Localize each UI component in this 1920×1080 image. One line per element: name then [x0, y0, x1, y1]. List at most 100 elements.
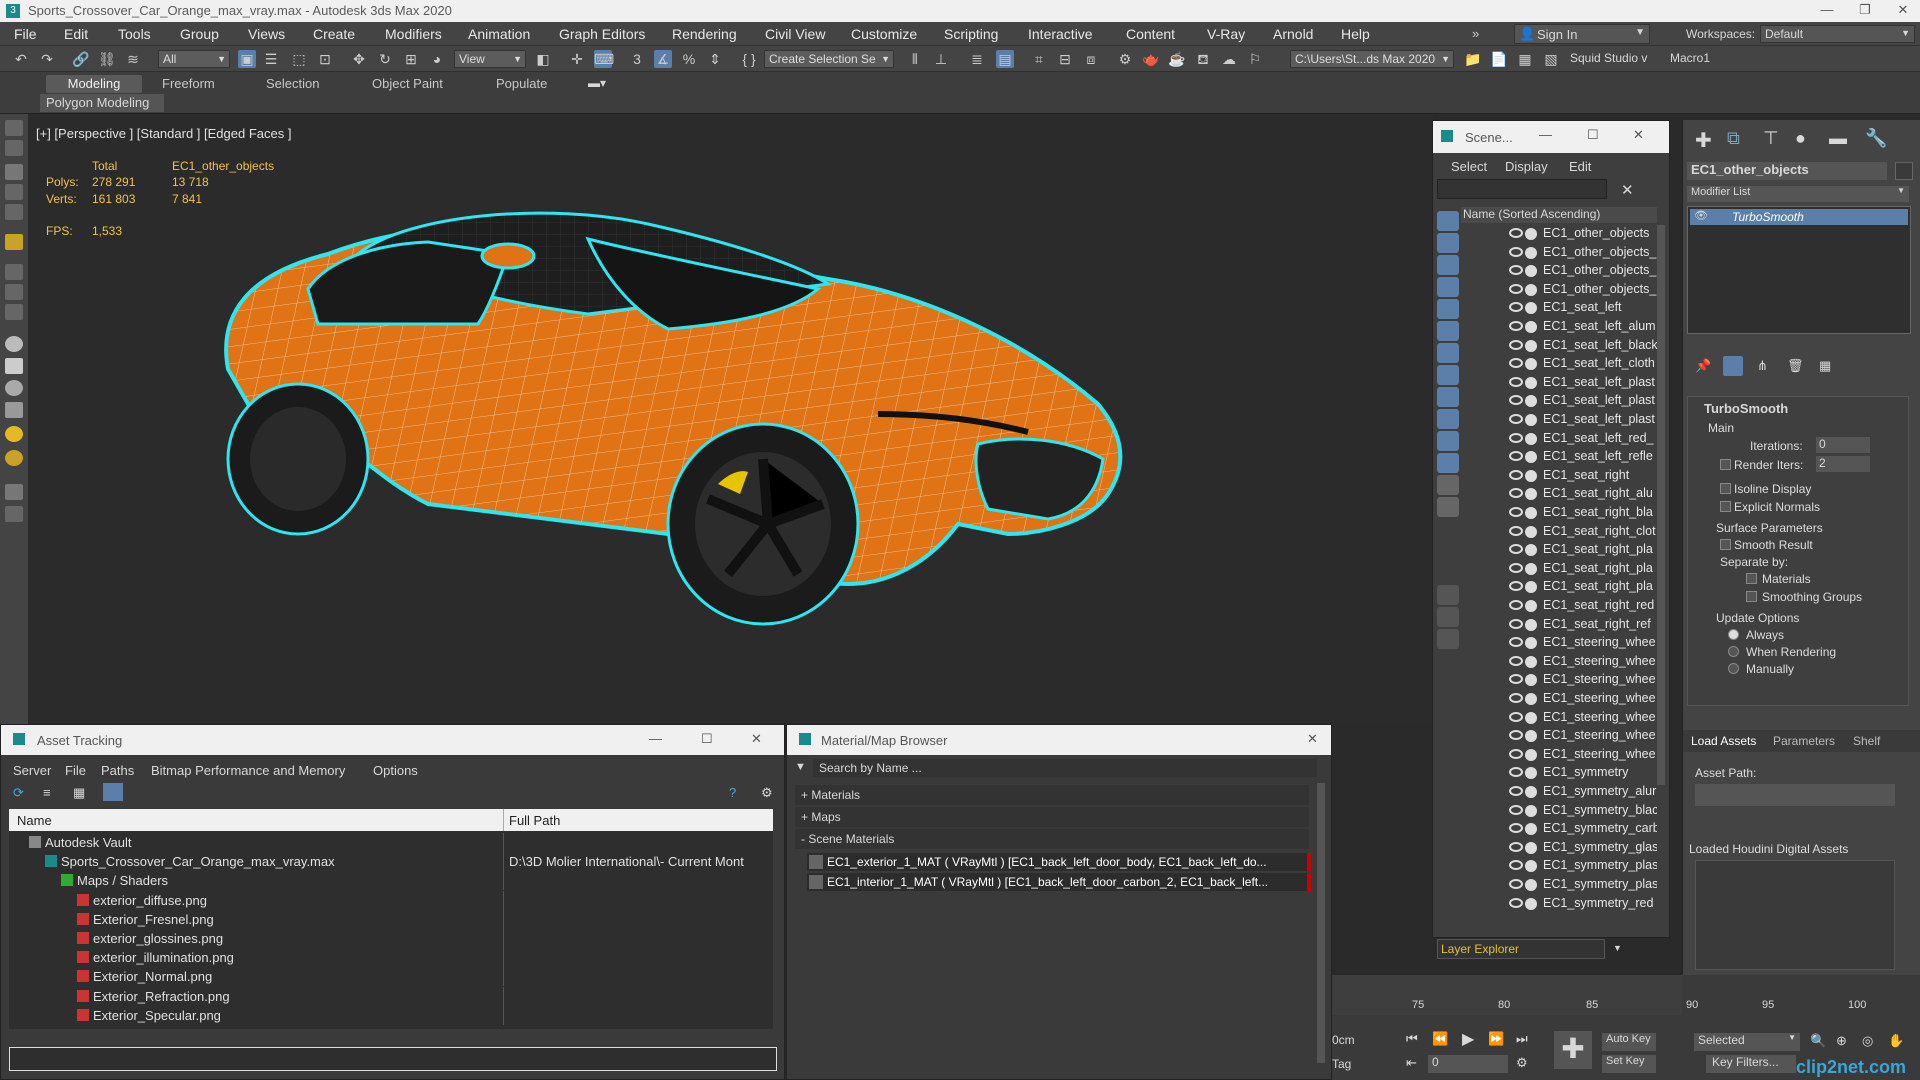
- camera-icon[interactable]: [5, 164, 23, 180]
- scene-list-item[interactable]: EC1_steering_whee: [1461, 634, 1657, 652]
- material-editor-icon[interactable]: ⧈: [1082, 50, 1100, 68]
- clear-search-icon[interactable]: ✕: [1621, 181, 1634, 199]
- cloud-icon[interactable]: [5, 140, 23, 156]
- object-color-swatch[interactable]: [1895, 162, 1913, 180]
- eye-icon[interactable]: [1509, 339, 1523, 350]
- materials-checkbox[interactable]: [1746, 573, 1757, 584]
- scene-list-item[interactable]: EC1_seat_right_ref: [1461, 616, 1657, 634]
- isoline-display-checkbox[interactable]: [1720, 483, 1731, 494]
- tab-populate[interactable]: Populate: [486, 75, 557, 93]
- scene-search-input[interactable]: [1437, 179, 1607, 199]
- utilities-tab-icon[interactable]: 🔧: [1865, 128, 1887, 149]
- eye-icon[interactable]: [1509, 804, 1523, 815]
- maximize-button[interactable]: ☐: [701, 731, 713, 747]
- scene-list-item[interactable]: EC1_seat_right_alu: [1461, 485, 1657, 503]
- torus-icon[interactable]: [5, 380, 23, 396]
- section-maps[interactable]: + Maps: [795, 807, 1309, 827]
- close-button[interactable]: ✕: [751, 731, 762, 747]
- eye-icon[interactable]: [1509, 897, 1523, 908]
- percent-snap-icon[interactable]: %: [680, 50, 698, 68]
- scene-menu-display[interactable]: Display: [1505, 159, 1548, 174]
- reference-coord-dropdown[interactable]: View ▼: [454, 50, 526, 68]
- tab-object-paint[interactable]: Object Paint: [362, 75, 453, 93]
- eye-icon[interactable]: [1509, 525, 1523, 536]
- scene-list-item[interactable]: EC1_seat_right_red: [1461, 597, 1657, 615]
- render-iterative-icon[interactable]: ⛾: [1194, 50, 1212, 68]
- key-mode-icon[interactable]: ⇤: [1406, 1055, 1417, 1071]
- display-helpers-icon[interactable]: [1437, 321, 1459, 341]
- menu-civil-view[interactable]: Civil View: [765, 26, 825, 42]
- link-icon[interactable]: 🔗: [72, 50, 90, 68]
- tab-selection[interactable]: Selection: [256, 75, 329, 93]
- box-icon[interactable]: [5, 358, 23, 374]
- filter-icon[interactable]: [5, 484, 23, 500]
- rect-selection-icon[interactable]: ⬚: [290, 50, 308, 68]
- scene-list-item[interactable]: EC1_symmetry_blac: [1461, 802, 1657, 820]
- menu-arnold[interactable]: Arnold: [1273, 26, 1313, 42]
- maximize-button[interactable]: ☐: [1587, 127, 1599, 143]
- scene-list-item[interactable]: EC1_other_objects_: [1461, 262, 1657, 280]
- perspective-viewport[interactable]: [+] [Perspective ] [Standard ] [Edged Fa…: [28, 114, 1433, 724]
- eye-icon[interactable]: [1509, 879, 1523, 889]
- scene-list-item[interactable]: EC1_other_objects_: [1461, 281, 1657, 299]
- more-chevron-icon[interactable]: »: [1472, 26, 1479, 41]
- menu-edit[interactable]: Edit: [64, 26, 88, 42]
- teapot-icon[interactable]: [5, 450, 23, 466]
- configure-sets-icon[interactable]: ▦: [1819, 358, 1831, 374]
- bind-space-warp-icon[interactable]: ≋: [124, 50, 142, 68]
- modify-tab-icon[interactable]: ⧉: [1727, 128, 1740, 149]
- render-iters-spinner[interactable]: 2: [1816, 456, 1870, 472]
- time-ruler[interactable]: 75 80 85: [1332, 975, 1682, 1015]
- scale-icon[interactable]: ⊞: [402, 50, 420, 68]
- window-crossing-icon[interactable]: ⊡: [316, 50, 334, 68]
- rotate-icon[interactable]: ↻: [376, 50, 394, 68]
- scene-list-item[interactable]: EC1_seat_right_clot: [1461, 523, 1657, 541]
- menu-group[interactable]: Group: [180, 26, 219, 42]
- goto-start-icon[interactable]: ⏮: [1406, 1031, 1418, 1047]
- eye-icon[interactable]: [1509, 302, 1523, 313]
- eye-icon[interactable]: [1509, 469, 1523, 480]
- scene-list-item[interactable]: EC1_steering_whee: [1461, 746, 1657, 764]
- make-unique-icon[interactable]: ⋔: [1757, 358, 1768, 374]
- cone-icon[interactable]: [5, 402, 23, 418]
- menu-help[interactable]: Help: [1341, 26, 1370, 42]
- asset-menu-options[interactable]: Options: [373, 763, 418, 778]
- eye-icon[interactable]: [1509, 674, 1523, 685]
- scene-list-item[interactable]: EC1_seat_left: [1461, 299, 1657, 317]
- next-frame-icon[interactable]: ⏩: [1488, 1031, 1504, 1047]
- scene-list-item[interactable]: EC1_seat_right_pla: [1461, 560, 1657, 578]
- asset-menu-file[interactable]: File: [65, 763, 86, 778]
- move-icon[interactable]: ✥: [350, 50, 368, 68]
- asset-row[interactable]: exterior_glossines.png: [9, 929, 769, 948]
- motion-tab-icon[interactable]: ●: [1795, 128, 1806, 149]
- sign-in-dropdown[interactable]: 👤 Sign In ▼: [1514, 24, 1650, 44]
- scene-list-item[interactable]: EC1_symmetry_carb: [1461, 820, 1657, 838]
- eye-icon[interactable]: [1509, 823, 1523, 834]
- material-search-input[interactable]: Search by Name ...: [813, 759, 1317, 777]
- angle-snap-icon[interactable]: ∡: [654, 50, 672, 68]
- smoothing-groups-checkbox[interactable]: [1746, 591, 1757, 602]
- column-full-path[interactable]: Full Path: [509, 813, 560, 828]
- close-button[interactable]: ✕: [1633, 127, 1644, 143]
- play-icon[interactable]: ▶: [1462, 1029, 1474, 1049]
- table-view-icon[interactable]: [103, 783, 123, 801]
- named-selection-dropdown[interactable]: Create Selection Se ▼: [764, 50, 894, 68]
- display-spacewarps-icon[interactable]: [1437, 343, 1459, 363]
- eye-icon[interactable]: [1509, 265, 1523, 276]
- scene-list-item[interactable]: EC1_seat_left_red_: [1461, 430, 1657, 448]
- script-icon[interactable]: 📄: [1490, 50, 1508, 68]
- scene-list-item[interactable]: EC1_seat_left_cloth: [1461, 355, 1657, 373]
- scene-list-item[interactable]: EC1_seat_left_plast: [1461, 374, 1657, 392]
- chevron-down-icon[interactable]: ▼: [1613, 943, 1622, 953]
- eye-icon[interactable]: [1509, 451, 1523, 462]
- scene-list-item[interactable]: EC1_symmetry_red: [1461, 895, 1657, 913]
- menu-file[interactable]: File: [14, 26, 37, 42]
- display-none-icon[interactable]: [1437, 211, 1459, 231]
- thumbnail-view-icon[interactable]: ▦: [73, 785, 85, 801]
- eye-icon[interactable]: [1509, 321, 1523, 331]
- section-materials[interactable]: + Materials: [795, 785, 1309, 805]
- eye-icon[interactable]: [1509, 748, 1523, 759]
- menu-customize[interactable]: Customize: [851, 26, 917, 42]
- scene-list-item[interactable]: EC1_seat_left_refle: [1461, 448, 1657, 466]
- asset-row[interactable]: Exterior_Fresnel.png: [9, 909, 769, 929]
